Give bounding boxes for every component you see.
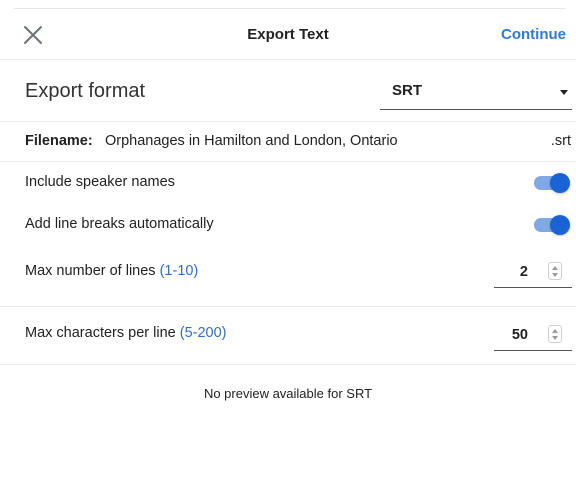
dialog-title: Export Text [247,26,329,43]
toggle-knob [550,173,570,193]
toggle-knob [550,215,570,235]
max-chars-range: (5-200) [179,325,227,341]
max-chars-value[interactable]: 50 [512,327,528,343]
preview-message: No preview available for SRT [203,386,373,401]
filename-extension: .srt [550,133,571,149]
dialog-header: Export Text Continue [0,10,576,60]
export-format-value: SRT [392,82,422,99]
speaker-names-toggle[interactable] [534,173,570,193]
line-breaks-toggle[interactable] [534,215,570,235]
line-breaks-label: Add line breaks automatically [25,216,214,232]
chevron-up-icon [552,329,558,333]
chevron-down-icon [552,336,558,340]
max-lines-row: Max number of lines (1-10) 2 [0,248,576,298]
max-chars-label: Max characters per line (5-200) [25,325,226,341]
chevron-up-icon [552,266,558,270]
max-lines-range: (1-10) [159,263,199,279]
max-chars-label-text: Max characters per line [25,325,176,341]
export-format-label: Export format [25,80,146,102]
spinner-icon[interactable] [548,325,562,343]
max-chars-row: Max characters per line (5-200) 50 [0,306,576,360]
filename-label: Filename: [25,133,93,149]
continue-button[interactable]: Continue [501,26,566,43]
section-divider [0,364,576,365]
filename-field[interactable]: Orphanages in Hamilton and London, Ontar… [105,133,398,149]
filename-row: Filename: Orphanages in Hamilton and Lon… [0,122,576,162]
max-lines-label: Max number of lines (1-10) [25,263,198,279]
chevron-down-icon [560,90,568,95]
line-breaks-row: Add line breaks automatically [0,204,576,246]
max-lines-value[interactable]: 2 [520,264,528,280]
max-lines-label-text: Max number of lines [25,263,156,279]
chevron-down-icon [552,273,558,277]
max-chars-stepper[interactable]: 50 [494,319,572,351]
speaker-names-label: Include speaker names [25,174,175,190]
max-lines-stepper[interactable]: 2 [494,256,572,288]
spinner-icon[interactable] [548,262,562,280]
export-format-select[interactable]: SRT [380,74,572,110]
top-divider [14,8,566,9]
export-format-row: Export format SRT [0,62,576,122]
speaker-names-row: Include speaker names [0,162,576,204]
